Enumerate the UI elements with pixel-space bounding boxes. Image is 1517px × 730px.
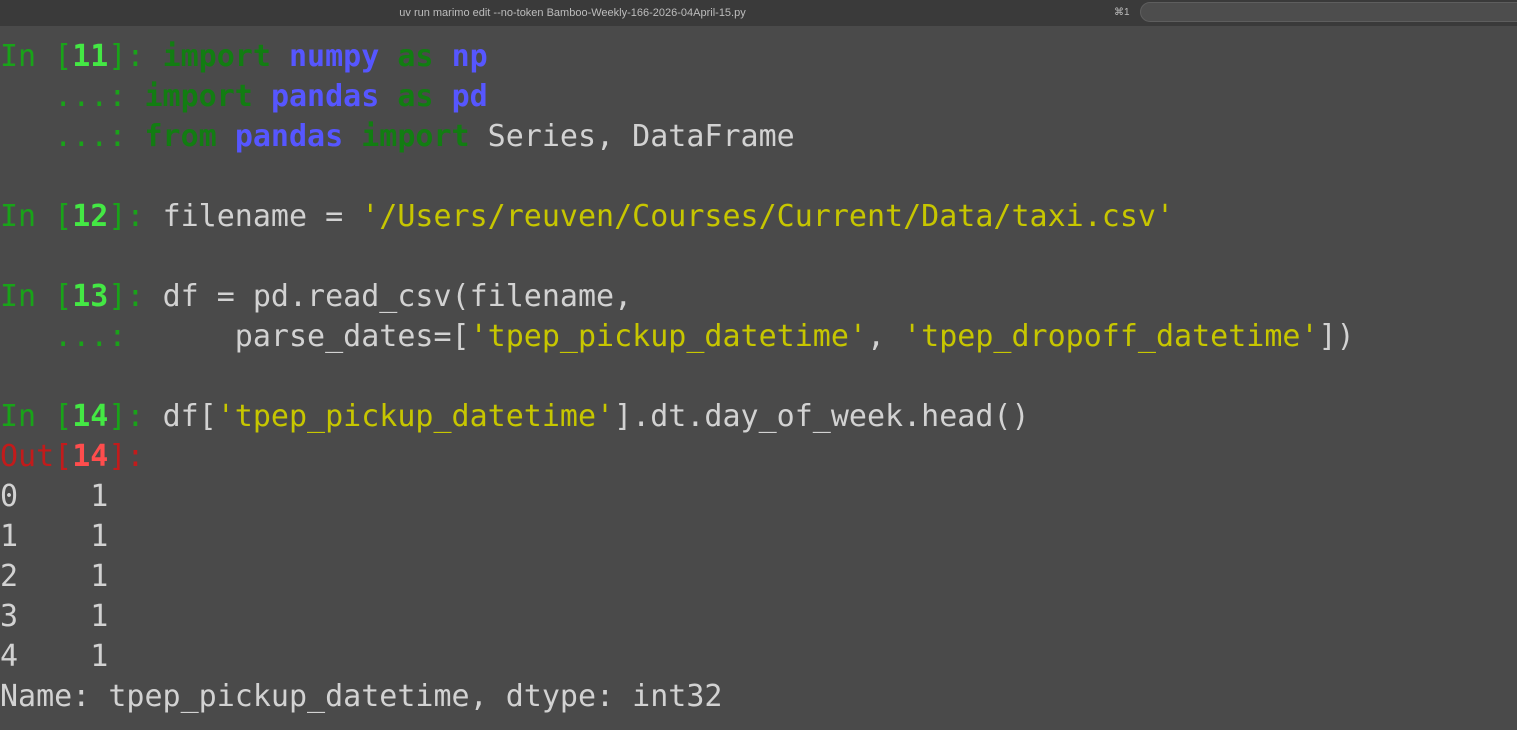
window-title: uv run marimo edit --no-token Bamboo-Wee… [399,7,746,19]
in-prompt-number: 11 [72,39,109,74]
window-shortcut-label: ⌘1 [1114,7,1130,18]
output-line: 3 1 [0,599,109,634]
output-line: 1 1 [0,519,109,554]
output-line: 0 1 [0,479,109,514]
out-prompt-number: 14 [72,439,109,474]
output-line: 4 1 [0,639,109,674]
input-continuation-line: ...: import pandas as pd [0,79,488,114]
input-line: In [14]: df['tpep_pickup_datetime'].dt.d… [0,399,1030,434]
input-continuation-line: ...: parse_dates=['tpep_pickup_datetime'… [0,319,1355,354]
in-prompt-number: 14 [72,399,109,434]
in-prompt-number: 13 [72,279,109,314]
terminal-output[interactable]: In [11]: import numpy as np ...: import … [0,37,1517,717]
output-line: Name: tpep_pickup_datetime, dtype: int32 [0,679,723,714]
window-titlebar: uv run marimo edit --no-token Bamboo-Wee… [0,0,1517,26]
input-line: In [13]: df = pd.read_csv(filename, [0,279,633,314]
input-continuation-line: ...: from pandas import Series, DataFram… [0,119,795,154]
output-line: 2 1 [0,559,109,594]
in-prompt-number: 12 [72,199,109,234]
input-line: In [12]: filename = '/Users/reuven/Cours… [0,199,1175,234]
output-prompt-line: Out[14]: [0,439,145,474]
input-line: In [11]: import numpy as np [0,39,488,74]
tab-bar[interactable] [1140,2,1517,22]
